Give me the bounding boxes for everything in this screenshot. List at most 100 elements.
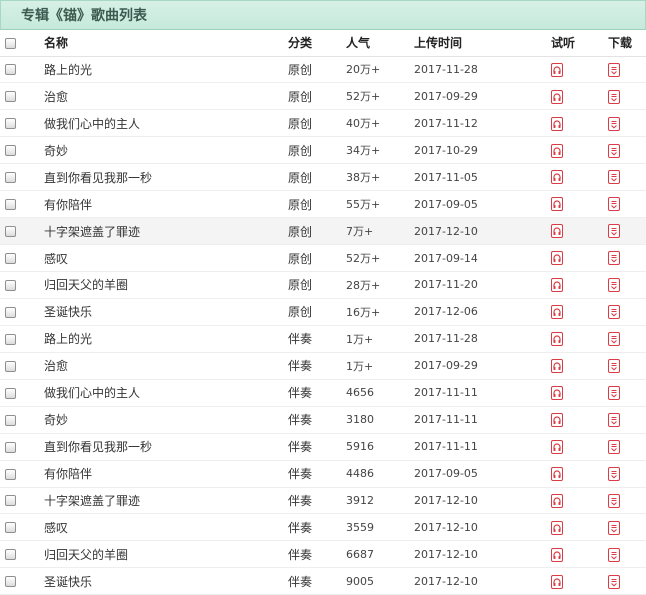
song-type: 伴奏: [288, 433, 346, 461]
download-icon[interactable]: [608, 305, 620, 320]
headphones-icon[interactable]: [551, 520, 563, 535]
row-checkbox[interactable]: [5, 279, 16, 291]
headphones-icon[interactable]: [551, 143, 563, 158]
headphones-icon[interactable]: [551, 547, 563, 562]
column-header-popularity[interactable]: 人气: [346, 30, 414, 57]
download-icon[interactable]: [608, 332, 620, 347]
row-select-cell: [0, 460, 44, 488]
row-checkbox[interactable]: [5, 441, 16, 453]
row-checkbox[interactable]: [5, 199, 16, 211]
row-checkbox[interactable]: [5, 172, 16, 184]
download-icon[interactable]: [608, 520, 620, 535]
song-popularity: 4656: [346, 379, 414, 407]
headphones-icon[interactable]: [551, 412, 563, 427]
download-icon[interactable]: [608, 62, 620, 77]
download-icon[interactable]: [608, 412, 620, 427]
download-cell: [608, 379, 646, 407]
headphones-icon[interactable]: [551, 89, 563, 104]
download-icon[interactable]: [608, 493, 620, 508]
headphones-icon[interactable]: [551, 466, 563, 481]
song-type: 伴奏: [288, 540, 346, 569]
row-checkbox[interactable]: [5, 64, 16, 76]
download-icon[interactable]: [608, 359, 620, 374]
play-cell: [551, 56, 608, 84]
headphones-icon[interactable]: [551, 574, 563, 589]
row-checkbox[interactable]: [5, 576, 16, 588]
headphones-icon[interactable]: [551, 278, 563, 293]
song-popularity: 52万+: [346, 82, 414, 111]
download-icon[interactable]: [608, 143, 620, 158]
song-upload-date: 2017-11-11: [414, 379, 551, 407]
table-row: 感叹 原创 52万+ 2017-09-14: [0, 244, 646, 272]
song-upload-date: 2017-09-29: [414, 82, 551, 111]
headphones-icon[interactable]: [551, 385, 563, 400]
row-select-cell: [0, 163, 44, 192]
row-checkbox[interactable]: [5, 145, 16, 157]
song-popularity: 3559: [346, 513, 414, 542]
download-cell: [608, 298, 646, 326]
row-checkbox[interactable]: [5, 226, 16, 238]
row-select-cell: [0, 513, 44, 542]
row-checkbox[interactable]: [5, 522, 16, 534]
download-cell: [608, 190, 646, 219]
download-icon[interactable]: [608, 197, 620, 212]
song-type: 伴奏: [288, 460, 346, 488]
song-upload-date: 2017-09-14: [414, 244, 551, 272]
song-name: 有你陪伴: [44, 460, 288, 488]
row-checkbox[interactable]: [5, 118, 16, 130]
headphones-icon[interactable]: [551, 359, 563, 374]
play-cell: [551, 513, 608, 542]
column-header-name[interactable]: 名称: [44, 30, 288, 57]
row-checkbox[interactable]: [5, 549, 16, 561]
select-all-cell: [0, 30, 44, 57]
table-row: 奇妙 原创 34万+ 2017-10-29: [0, 136, 646, 165]
download-icon[interactable]: [608, 385, 620, 400]
headphones-icon[interactable]: [551, 224, 563, 239]
download-icon[interactable]: [608, 116, 620, 131]
download-icon[interactable]: [608, 251, 620, 266]
song-type: 原创: [288, 82, 346, 111]
select-all-checkbox[interactable]: [5, 37, 16, 49]
column-header-play: 试听: [551, 30, 608, 57]
row-checkbox[interactable]: [5, 253, 16, 265]
download-icon[interactable]: [608, 439, 620, 454]
headphones-icon[interactable]: [551, 197, 563, 212]
song-popularity: 7万+: [346, 217, 414, 246]
download-icon[interactable]: [608, 278, 620, 293]
download-icon[interactable]: [608, 89, 620, 104]
row-checkbox[interactable]: [5, 306, 16, 318]
row-checkbox[interactable]: [5, 360, 16, 372]
download-cell: [608, 136, 646, 165]
download-icon[interactable]: [608, 224, 620, 239]
row-checkbox[interactable]: [5, 414, 16, 426]
download-cell: [608, 487, 646, 515]
table-row: 有你陪伴 伴奏 4486 2017-09-05: [0, 460, 646, 488]
headphones-icon[interactable]: [551, 116, 563, 131]
song-popularity: 3180: [346, 406, 414, 434]
headphones-icon[interactable]: [551, 493, 563, 508]
column-header-type[interactable]: 分类: [288, 30, 346, 57]
song-popularity: 6687: [346, 540, 414, 569]
play-cell: [551, 406, 608, 434]
column-header-date[interactable]: 上传时间: [414, 30, 551, 57]
headphones-icon[interactable]: [551, 170, 563, 185]
headphones-icon[interactable]: [551, 251, 563, 266]
headphones-icon[interactable]: [551, 62, 563, 77]
download-icon[interactable]: [608, 466, 620, 481]
download-icon[interactable]: [608, 170, 620, 185]
song-upload-date: 2017-12-10: [414, 540, 551, 569]
download-icon[interactable]: [608, 547, 620, 562]
row-checkbox[interactable]: [5, 333, 16, 345]
row-checkbox[interactable]: [5, 495, 16, 507]
song-name: 有你陪伴: [44, 190, 288, 219]
play-cell: [551, 82, 608, 111]
row-checkbox[interactable]: [5, 468, 16, 480]
headphones-icon[interactable]: [551, 305, 563, 320]
song-upload-date: 2017-11-28: [414, 325, 551, 353]
download-icon[interactable]: [608, 574, 620, 589]
headphones-icon[interactable]: [551, 439, 563, 454]
headphones-icon[interactable]: [551, 332, 563, 347]
song-name: 归回天父的羊圈: [44, 271, 288, 299]
row-checkbox[interactable]: [5, 91, 16, 103]
row-checkbox[interactable]: [5, 387, 16, 399]
